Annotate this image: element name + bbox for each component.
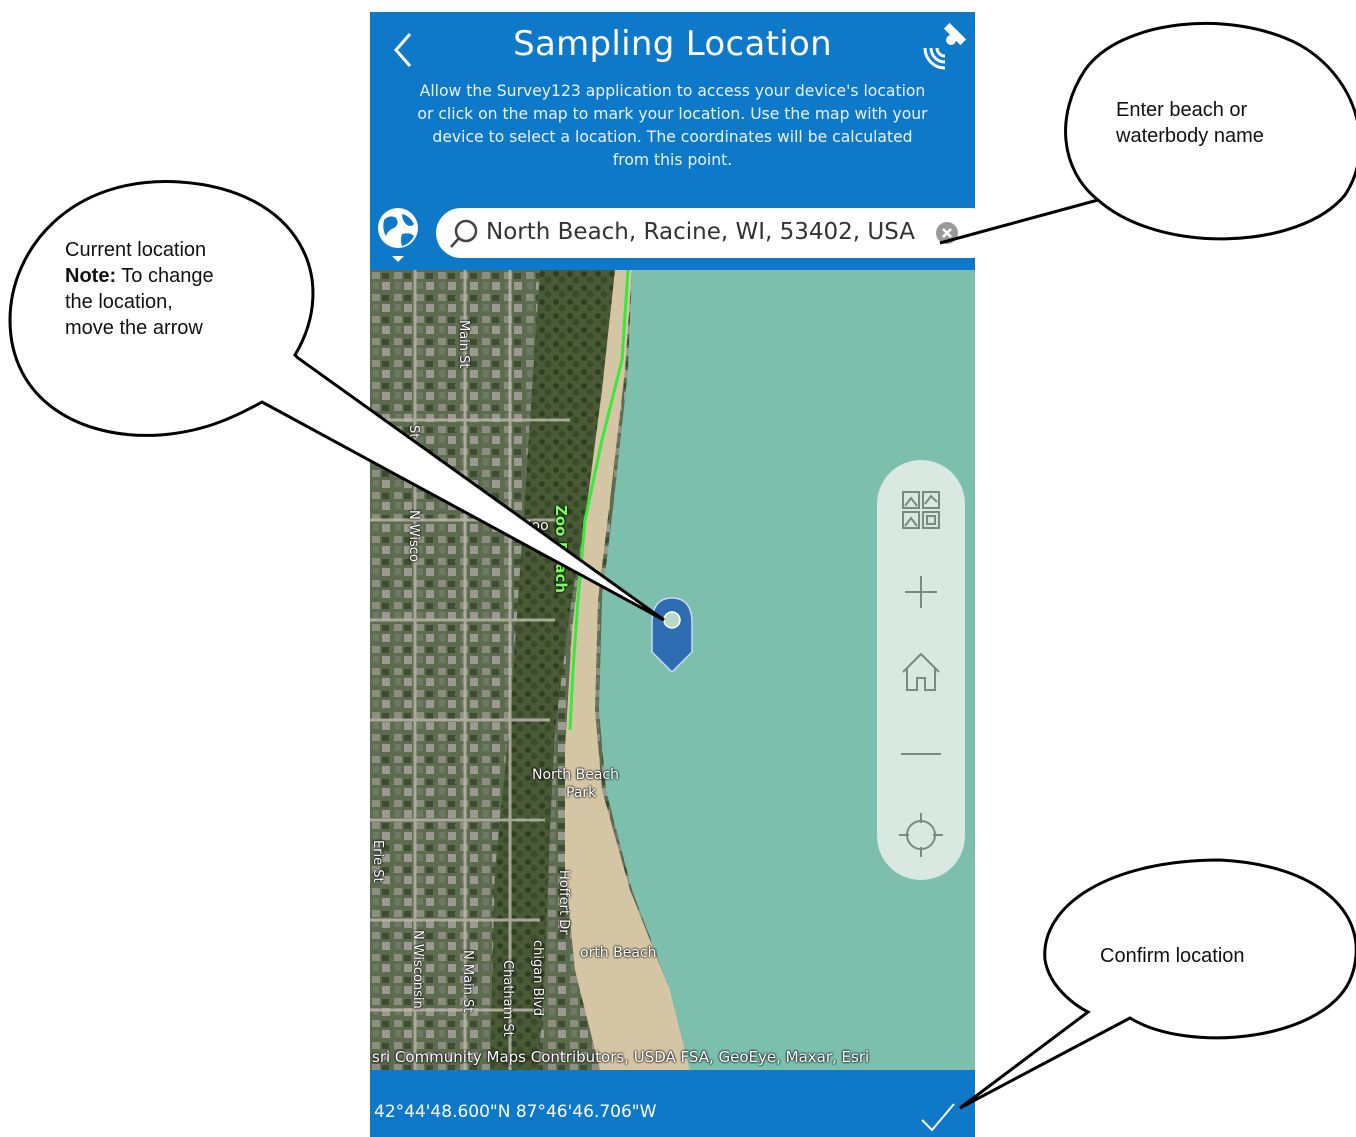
search-input[interactable] xyxy=(486,215,956,249)
callout-line: Enter beach or xyxy=(1116,99,1248,121)
search-bar xyxy=(370,200,975,270)
checkmark-icon xyxy=(921,1103,955,1132)
footer-bar: 42°44'48.600"N 87°46'46.706"W xyxy=(370,1070,975,1137)
callout-note-line: Note: To change xyxy=(65,263,214,289)
close-icon xyxy=(942,228,952,238)
map-label-michigan-blvd: chigan Blvd xyxy=(530,940,545,1017)
map-label-erie-st: Erie St xyxy=(370,840,385,883)
home-icon xyxy=(902,652,940,691)
callout-line: Current location xyxy=(65,239,207,261)
callout-confirm xyxy=(959,858,1356,1110)
map-label-north-beach: orth Beach xyxy=(580,945,657,961)
callout-current-location-text: Current location Note: To change the loc… xyxy=(65,237,214,341)
confirm-button[interactable] xyxy=(918,1100,958,1134)
basemap-icon xyxy=(902,491,940,529)
coordinates-readout: 42°44'48.600"N 87°46'46.706"W xyxy=(374,1102,657,1122)
callout-line: move the arrow xyxy=(65,317,203,339)
locate-button[interactable] xyxy=(891,805,951,865)
zoom-out-button[interactable] xyxy=(891,722,951,782)
zoom-in-icon xyxy=(905,576,937,608)
clear-search-button[interactable] xyxy=(936,222,958,244)
globe-icon xyxy=(378,208,418,262)
gps-button[interactable] xyxy=(919,22,967,74)
map-label-n-wisconsin: N Wisco xyxy=(406,510,421,562)
map-view[interactable]: Main St St N Wisco Zoo Beach ne Zoo Nort… xyxy=(370,270,975,1070)
map-label-north-beach-park: North Beach xyxy=(532,767,619,783)
geocoder-button[interactable] xyxy=(376,206,422,264)
basemap-button[interactable] xyxy=(891,480,951,540)
map-label-park: Park xyxy=(566,785,597,801)
zoom-out-icon xyxy=(901,753,941,755)
phone-screen: Sampling Location Allow the Survey123 ap… xyxy=(370,12,975,1137)
map-label-zoo: ne Zoo xyxy=(500,518,549,534)
map-label-main-st: Main St xyxy=(456,320,471,369)
satellite-icon xyxy=(923,22,967,70)
map-label-n-wisconsin-bottom: N Wisconsin xyxy=(410,930,425,1009)
map-attribution: sri Community Maps Contributors, USDA FS… xyxy=(372,1048,870,1066)
map-label-zoo-beach: Zoo Beach xyxy=(552,505,570,594)
map-label-st: St xyxy=(406,425,421,439)
zoom-in-button[interactable] xyxy=(891,562,951,622)
callout-search-text: Enter beach or waterbody name xyxy=(1116,97,1264,149)
home-button[interactable] xyxy=(891,642,951,702)
map-label-chatham-st: Chatham St xyxy=(500,960,515,1037)
app-header: Sampling Location Allow the Survey123 ap… xyxy=(370,12,975,200)
locate-icon xyxy=(899,813,943,857)
map-label-hoffert-dr: Hoffert Dr xyxy=(556,870,571,935)
callout-line: waterbody name xyxy=(1116,125,1264,147)
callout-confirm-text: Confirm location xyxy=(1100,945,1245,967)
page-title: Sampling Location xyxy=(513,24,832,64)
map-label-n-main-st: N Main St xyxy=(460,950,475,1013)
note-text: To change xyxy=(116,265,214,287)
note-label: Note: xyxy=(65,265,117,287)
map-controls xyxy=(877,460,965,880)
search-icon xyxy=(450,219,478,248)
instructions-text: Allow the Survey123 application to acces… xyxy=(417,82,928,169)
callout-line: the location, xyxy=(65,291,173,313)
search-field[interactable] xyxy=(436,208,975,258)
